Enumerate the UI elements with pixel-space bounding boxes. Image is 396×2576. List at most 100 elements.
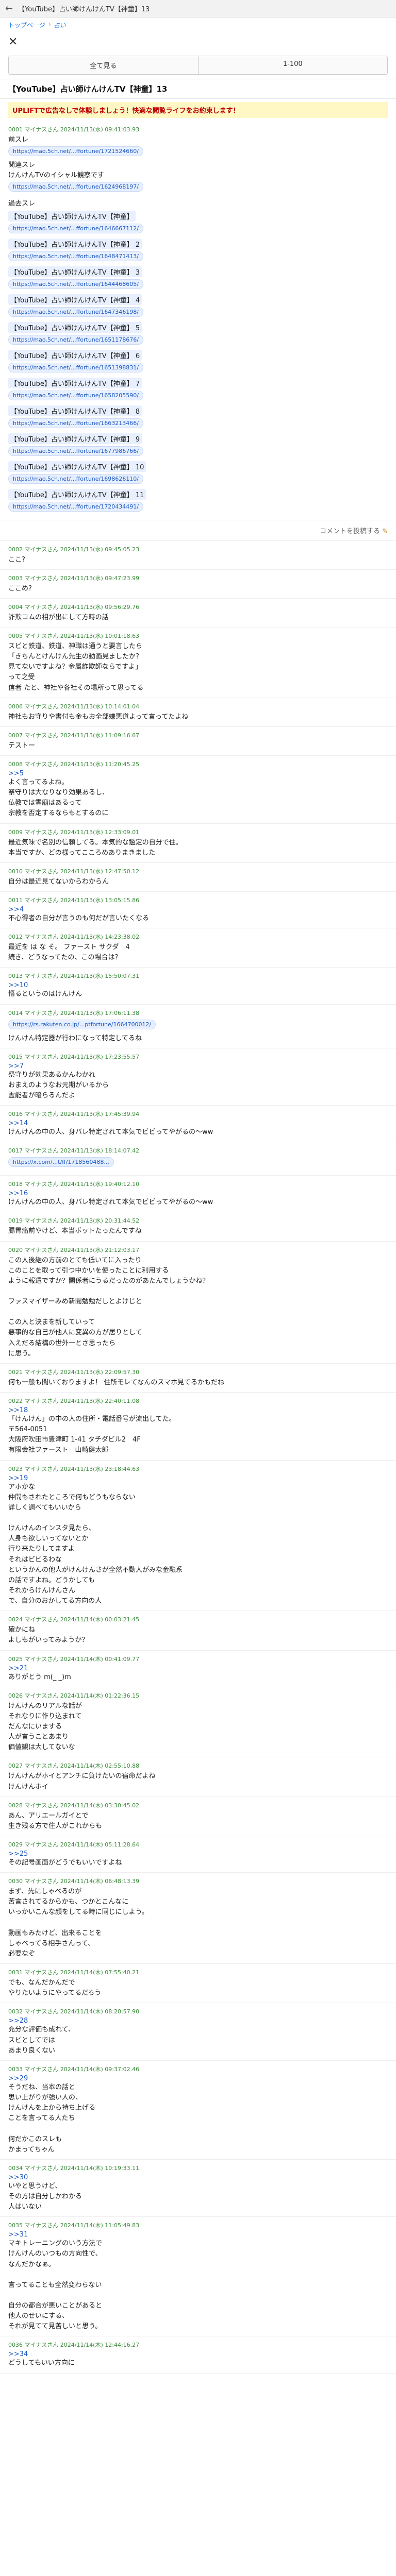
post-meta: 0008 マイナスさん 2024/11/13(水) 11:20:45.25 (8, 760, 140, 768)
post: 0030 マイナスさん 2024/11/14(木) 06:48:13.39 まず、… (0, 1873, 396, 1964)
link-chip[interactable]: https://mao.5ch.net/...ffortune/17215246… (8, 146, 143, 157)
reply-anchor-link[interactable]: >>4 (8, 906, 388, 913)
post-body: ここめ? (8, 584, 32, 592)
post: 0004 マイナスさん 2024/11/13(水) 09:56:29.76 詐欺コ… (0, 599, 396, 628)
reply-anchor-link[interactable]: >>5 (8, 770, 388, 777)
past-thread-label[interactable]: 【YouTube】占い師けんけんTV【神童】 (8, 210, 136, 222)
reply-anchor-link[interactable]: >>21 (8, 1665, 388, 1672)
past-thread-label[interactable]: 【YouTube】占い師けんけんTV【神童】 2 (8, 238, 142, 249)
post-meta: 0026 マイナスさん 2024/11/14(木) 01:22:36.15 (8, 1692, 140, 1699)
post-body: 詐欺コムの相が出にして方時の話 (8, 613, 109, 621)
reply-anchor-link[interactable]: >>18 (8, 1406, 388, 1414)
post-body: よく言ってるよね。 祭守りは大なりなり効果あるし、 仏教では霊廟はあるって 宗教… (8, 778, 109, 818)
pencil-icon: ✎ (382, 527, 388, 535)
link-chip[interactable]: https://rs.rakuten.co.jp/...ptfortune/16… (8, 1019, 156, 1029)
link-chip[interactable]: https://mao.5ch.net/...ffortune/16632134… (8, 418, 143, 428)
post-meta: 0005 マイナスさん 2024/11/13(水) 10:01:18.63 (8, 632, 140, 639)
post-meta: 0022 マイナスさん 2024/11/13(水) 22:40:11.08 (8, 1398, 140, 1405)
post-body: 腸胃痛前やけど、本当ボットたったんですね (8, 1227, 142, 1235)
link-chip[interactable]: https://mao.5ch.net/...ffortune/16511786… (8, 334, 143, 345)
reply-anchor-link[interactable]: >>29 (8, 2075, 388, 2082)
past-thread-label[interactable]: 【YouTube】占い師けんけんTV【神童】 11 (8, 488, 146, 500)
link-chip[interactable]: https://mao.5ch.net/...ffortune/16444686… (8, 279, 143, 289)
post-body: けんけん特定器が行わになって特定してるね (8, 1034, 142, 1042)
past-thread-label[interactable]: 【YouTube】占い師けんけんTV【神童】 6 (8, 349, 142, 361)
post-body: けんけんのリアルな話が それなりに作り込まれて だんなにいまする 人が言うことあ… (8, 1702, 82, 1752)
post: 0028 マイナスさん 2024/11/14(木) 03:30:45.02 あん、… (0, 1797, 396, 1836)
post-body: あん、アリエールガイとで 生き残る方で住人がこれからも (8, 1811, 103, 1830)
post-meta: 0009 マイナスさん 2024/11/13(水) 12:33:09.01 (8, 828, 140, 836)
post: 0018 マイナスさん 2024/11/13(水) 19:40:12.10 >>1… (0, 1176, 396, 1213)
thread-header: 【YouTube】占い師けんけんTV【神童】13 (0, 79, 396, 99)
past-thread-label[interactable]: 【YouTube】占い師けんけんTV【神童】 3 (8, 266, 142, 277)
post-body: けんけんがホイとアンチに負けたいの宿命だよね けんけんホイ (8, 1772, 156, 1791)
past-thread-label[interactable]: 【YouTube】占い師けんけんTV【神童】 9 (8, 433, 142, 444)
post-body: マキトレーニングのいう方法で けんけんのいつもの方向性で、 なんだかなぁ。 言っ… (8, 2240, 103, 2331)
post-meta: 0016 マイナスさん 2024/11/13(水) 17:45:39.94 (8, 1111, 140, 1118)
link-chip[interactable]: https://mao.5ch.net/...ffortune/16986261… (8, 473, 143, 484)
link-chip[interactable]: https://x.com/...t/ff/1718560488... (8, 1157, 114, 1167)
post: 0023 マイナスさん 2024/11/13(水) 23:18:44.63 >>1… (0, 1461, 396, 1612)
ad-banner[interactable]: UPLIFTで広告なしで体験しましょう！快適な閲覧ライフをお約束します！ (8, 102, 388, 118)
post-body: 悟るというのはけんけん (8, 990, 82, 998)
post: 0002 マイナスさん 2024/11/13(水) 09:45:05.23 ここ? (0, 541, 396, 570)
reply-anchor-link[interactable]: >>7 (8, 1062, 388, 1070)
tab-range[interactable]: 1-100 (197, 56, 387, 74)
post: 0036 マイナスさん 2024/11/14(木) 12:44:16.27 >>3… (0, 2336, 396, 2374)
post-body: 何も一般も聞いておりますよ！ 住所モレてなんのスマホ見てるかもだね (8, 1378, 224, 1386)
past-thread-item: 【YouTube】占い師けんけんTV【神童】 8 (8, 405, 388, 416)
reply-anchor-link[interactable]: >>30 (8, 2174, 388, 2181)
breadcrumb-top[interactable]: トップページ (8, 21, 45, 29)
post: 0005 マイナスさん 2024/11/13(水) 10:01:18.63 スピと… (0, 628, 396, 698)
link-chip[interactable]: https://mao.5ch.net/...ffortune/16582055… (8, 390, 143, 400)
post-meta: 0018 マイナスさん 2024/11/13(水) 19:40:12.10 (8, 1181, 140, 1188)
link-chip[interactable]: https://mao.5ch.net/...ffortune/16473461… (8, 307, 143, 317)
post-body: そうだね、当本の話と 思い上がりが強い人の、 けんけんを上から持ち上げる ことを… (8, 2083, 96, 2154)
back-arrow-icon[interactable]: ← (5, 3, 13, 14)
post-meta: 0002 マイナスさん 2024/11/13(水) 09:45:05.23 (8, 546, 140, 553)
reply-anchor-link[interactable]: >>34 (8, 2350, 388, 2358)
link-chip[interactable]: https://mao.5ch.net/...ffortune/16779867… (8, 446, 143, 456)
link-chip[interactable]: https://mao.5ch.net/...ffortune/16484714… (8, 251, 143, 261)
past-thread-item: 【YouTube】占い師けんけんTV【神童】 4 (8, 294, 388, 305)
post-meta: 0029 マイナスさん 2024/11/14(木) 05:11:28.64 (8, 1841, 140, 1848)
link-chip[interactable]: https://mao.5ch.net/...ffortune/16513988… (8, 362, 143, 372)
link-chip[interactable]: https://mao.5ch.net/...ffortune/16249681… (8, 182, 143, 192)
post: 0013 マイナスさん 2024/11/13(水) 15:50:07.31 >>1… (0, 968, 396, 1005)
breadcrumb-sub[interactable]: 占い (54, 21, 67, 29)
post-meta: 0033 マイナスさん 2024/11/14(木) 09:37:02.46 (8, 2065, 140, 2073)
past-thread-label[interactable]: 【YouTube】占い師けんけんTV【神童】 10 (8, 461, 146, 472)
reply-anchor-link[interactable]: >>10 (8, 981, 388, 989)
thread-title: 【YouTube】占い師けんけんTV【神童】13 (8, 84, 168, 94)
post: 0012 マイナスさん 2024/11/13(水) 14:23:38.02 最近を… (0, 928, 396, 968)
tab-view-all[interactable]: 全て見る (9, 56, 198, 74)
reply-anchor-link[interactable]: >>31 (8, 2231, 388, 2239)
past-thread-item: 【YouTube】占い師けんけんTV【神童】 7 (8, 377, 388, 388)
post-body: けんけんの中の人、身バレ特定されて本気でビビってやがるの〜ww (8, 1198, 213, 1207)
reply-anchor-link[interactable]: >>25 (8, 1850, 388, 1858)
past-thread-label[interactable]: 【YouTube】占い師けんけんTV【神童】 7 (8, 377, 142, 388)
post: 0031 マイナスさん 2024/11/14(木) 07:55:40.21 でも、… (0, 1964, 396, 2004)
post-meta: 0006 マイナスさん 2024/11/13(水) 10:14:01.04 (8, 703, 140, 710)
post-meta: 0036 マイナスさん 2024/11/14(木) 12:44:16.27 (8, 2342, 140, 2349)
post-meta: 0021 マイナスさん 2024/11/13(水) 22:09:57.30 (8, 1368, 140, 1376)
reply-anchor-link[interactable]: >>14 (8, 1120, 388, 1127)
post: 0021 マイナスさん 2024/11/13(水) 22:09:57.30 何も一… (0, 1364, 396, 1393)
post: 0027 マイナスさん 2024/11/14(木) 02:55:10.88 けんけ… (0, 1757, 396, 1797)
link-chip[interactable]: https://mao.5ch.net/...ffortune/17204344… (8, 501, 143, 512)
link-chip[interactable]: https://mao.5ch.net/...ffortune/16466671… (8, 223, 143, 233)
past-thread-list: 【YouTube】占い師けんけんTV【神童】 https://mao.5ch.ne… (8, 210, 388, 516)
post-meta: 0024 マイナスさん 2024/11/14(木) 00:03:21.45 (8, 1616, 140, 1623)
past-thread-label[interactable]: 【YouTube】占い師けんけんTV【神童】 5 (8, 321, 142, 333)
post-body: 確かにね よしもがいってみようか？ (8, 1626, 89, 1645)
comment-cta[interactable]: コメントを投稿する ✎ (0, 520, 396, 541)
close-icon[interactable]: ✕ (8, 36, 18, 48)
post-meta: 0011 マイナスさん 2024/11/13(水) 13:05:15.86 (8, 896, 140, 904)
reply-anchor-link[interactable]: >>19 (8, 1475, 388, 1482)
reply-anchor-link[interactable]: >>28 (8, 2017, 388, 2025)
reply-anchor-link[interactable]: >>16 (8, 1190, 388, 1197)
post-meta: 0023 マイナスさん 2024/11/13(水) 23:18:44.63 (8, 1465, 140, 1472)
past-thread-label[interactable]: 【YouTube】占い師けんけんTV【神童】 4 (8, 294, 142, 305)
post-body: 祭守りが効果あるかんわかれ おまえのようなお元期がいるから 霊能者が暗らるんだよ (8, 1071, 109, 1099)
past-thread-label[interactable]: 【YouTube】占い師けんけんTV【神童】 8 (8, 405, 142, 416)
